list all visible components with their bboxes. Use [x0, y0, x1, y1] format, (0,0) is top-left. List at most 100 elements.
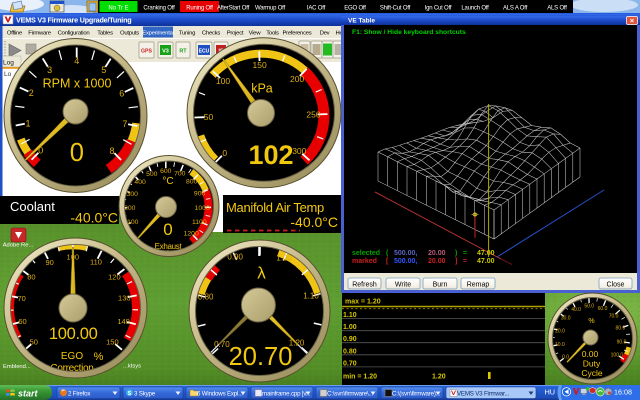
- svg-text:0.80: 0.80: [198, 292, 214, 301]
- svg-text:No Tr E: No Tr E: [108, 5, 128, 11]
- svg-text:selected: selected: [352, 250, 380, 257]
- svg-text:6 Windows Expl...: 6 Windows Expl...: [197, 390, 243, 397]
- svg-text:%: %: [94, 351, 104, 363]
- svg-text:Lo: Lo: [4, 71, 12, 78]
- svg-text:-40.0°C: -40.0°C: [290, 214, 338, 230]
- svg-text:ECU: ECU: [199, 49, 210, 55]
- svg-text:20.0: 20.0: [555, 328, 565, 334]
- svg-text:100.00: 100.00: [49, 325, 98, 343]
- svg-text:50.0: 50.0: [584, 303, 594, 309]
- svg-text:70: 70: [18, 294, 26, 303]
- svg-text:2: 2: [29, 88, 34, 98]
- svg-text:Tools: Tools: [266, 30, 279, 36]
- svg-text:Warmup Off: Warmup Off: [255, 5, 286, 11]
- svg-text:HU: HU: [545, 388, 555, 397]
- svg-text:Close: Close: [607, 281, 625, 288]
- svg-text:Emblend...: Emblend...: [3, 364, 31, 370]
- svg-text:ALS A Off: ALS A Off: [503, 5, 528, 11]
- svg-text:20.00: 20.00: [428, 258, 446, 265]
- svg-text:1.10: 1.10: [343, 312, 357, 319]
- svg-text:V3: V3: [162, 49, 169, 55]
- svg-text:100.0: 100.0: [611, 353, 624, 359]
- svg-text:0.90: 0.90: [343, 336, 357, 343]
- svg-text:0: 0: [163, 220, 172, 239]
- svg-text:8: 8: [109, 146, 114, 156]
- svg-text:Dev: Dev: [320, 30, 330, 36]
- svg-text:Outputs: Outputs: [120, 30, 139, 36]
- svg-text:1000: 1000: [195, 205, 210, 212]
- svg-text:×: ×: [630, 16, 635, 25]
- svg-text:2 Firefox: 2 Firefox: [68, 390, 91, 397]
- svg-text:200: 200: [124, 205, 136, 212]
- svg-text:150: 150: [253, 60, 267, 70]
- svg-text:RT: RT: [179, 49, 187, 55]
- svg-text:20.00: 20.00: [428, 250, 446, 257]
- svg-text:40.0: 40.0: [571, 307, 581, 313]
- svg-text:0.00: 0.00: [582, 349, 599, 359]
- svg-text:Manifold Air Temp: Manifold Air Temp: [226, 200, 324, 215]
- svg-text:700: 700: [174, 171, 186, 178]
- svg-text:F1: Show / Hide keyboard short: F1: Show / Hide keyboard shortcuts: [352, 29, 466, 36]
- svg-text:102: 102: [248, 140, 293, 170]
- svg-text:150: 150: [106, 337, 119, 346]
- svg-text:800: 800: [186, 179, 198, 186]
- svg-text:Adobe Re...: Adobe Re...: [3, 243, 34, 249]
- svg-text:C:\(svn\firmware)...: C:\(svn\firmware)...: [392, 390, 441, 397]
- svg-text:Firmware: Firmware: [28, 30, 52, 36]
- svg-text:VE Table: VE Table: [348, 18, 375, 25]
- svg-text:start: start: [18, 389, 39, 399]
- svg-text:16:08: 16:08: [614, 388, 632, 397]
- svg-text:Configuration: Configuration: [58, 30, 90, 36]
- svg-text:): ): [455, 250, 457, 257]
- svg-text:Burn: Burn: [433, 281, 448, 288]
- svg-text:1.00: 1.00: [276, 254, 292, 263]
- svg-text:20.70: 20.70: [229, 343, 293, 371]
- svg-text:50: 50: [204, 112, 214, 122]
- svg-text:Checks: Checks: [202, 30, 220, 36]
- svg-text:Shift-Cut Off: Shift-Cut Off: [380, 5, 411, 11]
- svg-text:300: 300: [292, 146, 306, 156]
- svg-text:Refresh: Refresh: [352, 281, 377, 288]
- svg-text:3 Skype: 3 Skype: [134, 390, 156, 397]
- svg-text:min = 1.20: min = 1.20: [343, 374, 377, 381]
- svg-text:Remap: Remap: [467, 281, 490, 288]
- svg-text:90: 90: [46, 258, 54, 267]
- svg-text:400: 400: [134, 179, 146, 186]
- svg-text:1.00: 1.00: [343, 324, 357, 331]
- svg-text:Experimental: Experimental: [142, 30, 173, 36]
- svg-text:0: 0: [222, 148, 227, 158]
- svg-text:Coolant: Coolant: [10, 199, 55, 214]
- svg-text:Write: Write: [395, 281, 411, 288]
- svg-text:70.0: 70.0: [609, 314, 619, 320]
- svg-text:6: 6: [119, 89, 124, 99]
- svg-text:Duty: Duty: [583, 359, 601, 369]
- svg-text:EGO Off: EGO Off: [344, 5, 366, 11]
- svg-text:140: 140: [117, 317, 130, 326]
- svg-text:λ: λ: [257, 264, 266, 283]
- svg-text:kPa: kPa: [251, 82, 273, 96]
- svg-text:10.0: 10.0: [555, 342, 565, 348]
- svg-text:]: ]: [455, 258, 457, 265]
- svg-text:Ign Cut Off: Ign Cut Off: [425, 5, 452, 11]
- svg-text:max = 1.20: max = 1.20: [345, 299, 381, 306]
- svg-text:3: 3: [47, 65, 52, 75]
- svg-text:7: 7: [122, 119, 127, 129]
- svg-text:0: 0: [70, 139, 84, 167]
- svg-text:80.0: 80.0: [616, 326, 626, 332]
- svg-text:500: 500: [146, 171, 158, 178]
- svg-text:VEMS V3 Firmware Upgrade/Tunin: VEMS V3 Firmware Upgrade/Tuning: [16, 15, 131, 24]
- svg-text:47.00: 47.00: [477, 258, 495, 265]
- svg-text:600: 600: [160, 168, 172, 175]
- svg-text:500.00,: 500.00,: [394, 258, 417, 265]
- svg-text:1: 1: [25, 118, 30, 128]
- svg-text:0.70: 0.70: [343, 360, 357, 367]
- svg-text:110: 110: [90, 258, 102, 267]
- svg-text:300: 300: [127, 191, 139, 198]
- svg-text:=: =: [463, 258, 467, 265]
- svg-text:C:\svn\firmware\...: C:\svn\firmware\...: [327, 390, 374, 397]
- svg-text:100: 100: [216, 76, 230, 86]
- svg-text:50: 50: [30, 338, 38, 347]
- svg-text:250: 250: [306, 110, 320, 120]
- svg-text:ALS Off: ALS Off: [547, 5, 567, 11]
- svg-text:Log: Log: [3, 60, 14, 67]
